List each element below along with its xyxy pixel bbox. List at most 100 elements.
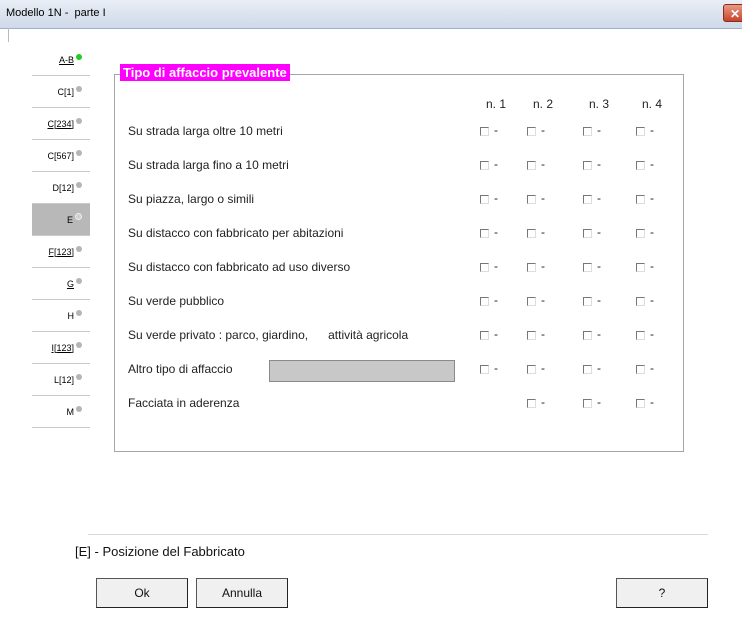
checkbox-n3[interactable] <box>583 161 592 170</box>
tab-label: D[12] <box>52 182 74 193</box>
checkbox-n1[interactable] <box>480 297 489 306</box>
checkbox-n3[interactable] <box>583 365 592 374</box>
checkbox-n4[interactable] <box>636 195 645 204</box>
checkbox-dash: - <box>597 361 601 375</box>
tab-m[interactable]: M <box>32 396 90 428</box>
checkbox-dash: - <box>597 157 601 171</box>
checkbox-dash: - <box>541 293 545 307</box>
checkbox-n2[interactable] <box>527 331 536 340</box>
checkbox-dash: - <box>494 225 498 239</box>
checkbox-dash: - <box>650 123 654 137</box>
row-label: Su piazza, largo o simili <box>128 192 255 206</box>
checkbox-n1[interactable] <box>480 229 489 238</box>
tab-label: A-B <box>58 54 74 65</box>
window-title: Modello 1N - parte I <box>6 7 106 19</box>
checkbox-n4[interactable] <box>636 229 645 238</box>
tab-c-567[interactable]: C[567] <box>32 140 90 172</box>
close-button[interactable]: ✕ <box>723 4 742 22</box>
checkbox-n1[interactable] <box>480 161 489 170</box>
checkbox-dash: - <box>650 327 654 341</box>
column-header: n. 2 <box>533 97 554 111</box>
tab-label: I[123] <box>51 342 74 353</box>
status-dot-icon <box>76 405 82 412</box>
cancel-button[interactable]: Annulla <box>196 578 288 608</box>
checkbox-n3[interactable] <box>583 399 592 408</box>
checkbox-dash: - <box>597 395 601 409</box>
tab-label: H <box>67 310 75 321</box>
checkbox-dash: - <box>650 225 654 239</box>
tab-l-12[interactable]: L[12] <box>32 364 90 396</box>
tab-f-123[interactable]: F[123] <box>32 236 90 268</box>
checkbox-dash: - <box>597 327 601 341</box>
checkbox-dash: - <box>650 361 654 375</box>
checkbox-dash: - <box>597 191 601 205</box>
help-button[interactable]: ? <box>616 578 708 608</box>
tab-label: L[12] <box>53 374 74 385</box>
checkbox-dash: - <box>494 361 498 375</box>
checkbox-n2[interactable] <box>527 229 536 238</box>
checkbox-n2[interactable] <box>527 297 536 306</box>
checkbox-n4[interactable] <box>636 399 645 408</box>
checkbox-dash: - <box>650 259 654 273</box>
status-dot-icon <box>76 117 82 124</box>
checkbox-dash: - <box>650 293 654 307</box>
checkbox-n4[interactable] <box>636 127 645 136</box>
checkbox-n3[interactable] <box>583 229 592 238</box>
window-edge <box>8 28 9 42</box>
status-dot-icon <box>76 309 82 316</box>
checkbox-n3[interactable] <box>583 127 592 136</box>
checkbox-n1[interactable] <box>480 263 489 272</box>
checkbox-n2[interactable] <box>527 161 536 170</box>
checkbox-n4[interactable] <box>636 297 645 306</box>
checkbox-n2[interactable] <box>527 127 536 136</box>
altro-tipo-input[interactable] <box>269 360 455 382</box>
tab-c-234[interactable]: C[234] <box>32 108 90 140</box>
footer-title: [E] - Posizione del Fabbricato <box>75 544 245 559</box>
checkbox-n4[interactable] <box>636 161 645 170</box>
checkbox-dash: - <box>541 395 545 409</box>
checkbox-dash: - <box>541 191 545 205</box>
row-label: Su strada larga oltre 10 metri <box>128 124 283 138</box>
checkbox-dash: - <box>650 395 654 409</box>
status-dot-icon <box>76 149 82 156</box>
tab-e[interactable]: E <box>32 204 90 236</box>
tab-label: C[234] <box>47 118 74 129</box>
checkbox-n2[interactable] <box>527 263 536 272</box>
side-tabs: A-B C[1] C[234] C[567] D[12] E F[123] G H I[123] L… <box>32 44 90 428</box>
checkbox-n2[interactable] <box>527 365 536 374</box>
checkbox-n2[interactable] <box>527 195 536 204</box>
tab-label: C[1] <box>57 86 74 97</box>
checkbox-n1[interactable] <box>480 127 489 136</box>
column-header: n. 3 <box>589 97 610 111</box>
tab-g[interactable]: G <box>32 268 90 300</box>
checkbox-dash: - <box>650 191 654 205</box>
checkbox-n2[interactable] <box>527 399 536 408</box>
tab-a-b[interactable]: A-B <box>32 44 90 76</box>
checkbox-n3[interactable] <box>583 297 592 306</box>
checkbox-dash: - <box>494 327 498 341</box>
checkbox-dash: - <box>597 123 601 137</box>
tab-label: C[567] <box>47 150 74 161</box>
column-header: n. 1 <box>486 97 507 111</box>
footer-separator <box>88 534 708 535</box>
status-dot-icon <box>75 213 82 220</box>
checkbox-dash: - <box>541 157 545 171</box>
status-dot-icon <box>76 277 82 284</box>
tab-i-123[interactable]: I[123] <box>32 332 90 364</box>
checkbox-dash: - <box>597 259 601 273</box>
tab-c-1[interactable]: C[1] <box>32 76 90 108</box>
checkbox-n4[interactable] <box>636 331 645 340</box>
checkbox-n4[interactable] <box>636 263 645 272</box>
checkbox-n3[interactable] <box>583 263 592 272</box>
checkbox-n4[interactable] <box>636 365 645 374</box>
tab-d-12[interactable]: D[12] <box>32 172 90 204</box>
checkbox-n3[interactable] <box>583 331 592 340</box>
checkbox-n3[interactable] <box>583 195 592 204</box>
checkbox-n1[interactable] <box>480 195 489 204</box>
ok-button[interactable]: Ok <box>96 578 188 608</box>
row-label: Altro tipo di affaccio <box>128 362 233 376</box>
checkbox-n1[interactable] <box>480 365 489 374</box>
tab-h[interactable]: H <box>32 300 90 332</box>
checkbox-n1[interactable] <box>480 331 489 340</box>
row-label: Su verde privato : parco, giardino, atti… <box>128 328 409 342</box>
